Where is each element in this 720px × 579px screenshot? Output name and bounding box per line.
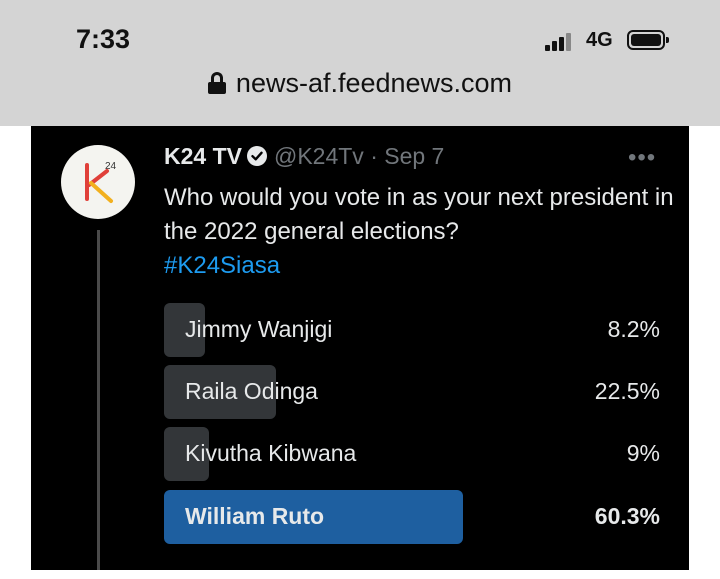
poll-option-percent: 22.5% — [594, 378, 660, 404]
poll-option-percent: 60.3% — [594, 503, 660, 529]
poll-option[interactable]: Kivutha Kibwana 9% — [164, 427, 660, 481]
author-handle-date[interactable]: @K24Tv · Sep 7 — [274, 143, 444, 169]
network-type: 4G — [586, 29, 613, 51]
poll-option-label: Jimmy Wanjigi — [185, 316, 333, 342]
hashtag-link[interactable]: #K24Siasa — [164, 249, 280, 283]
poll-option[interactable]: Jimmy Wanjigi 8.2% — [164, 303, 660, 357]
poll-option-percent: 8.2% — [607, 316, 660, 342]
avatar[interactable]: 24 — [61, 145, 135, 219]
poll-option-label: William Ruto — [185, 503, 325, 529]
poll-option[interactable]: Raila Odinga 22.5% — [164, 365, 660, 419]
status-time: 7:33 — [76, 24, 131, 54]
tweet-card[interactable]: 24 K24 TV @K24Tv · Sep 7 ••• Who would yo… — [31, 126, 689, 570]
browser-chrome: 7:33 4G news-af.feednews.com — [0, 0, 720, 126]
signal-bars-icon — [545, 33, 575, 51]
avatar-superscript: 24 — [105, 161, 117, 172]
more-options-icon[interactable]: ••• — [628, 144, 656, 172]
poll-option-label: Kivutha Kibwana — [185, 440, 357, 466]
tweet-header: K24 TV @K24Tv · Sep 7 — [164, 143, 444, 170]
address-bar[interactable]: news-af.feednews.com — [0, 68, 720, 99]
k24-logo-icon: 24 — [85, 161, 117, 203]
lock-icon — [207, 72, 226, 94]
battery-icon — [627, 30, 669, 50]
poll-option-label: Raila Odinga — [185, 378, 318, 404]
poll-option-percent: 9% — [626, 440, 660, 466]
author-name[interactable]: K24 TV — [164, 143, 242, 169]
poll-option-winner[interactable]: William Ruto 60.3% — [164, 490, 660, 544]
url-text: news-af.feednews.com — [235, 68, 513, 98]
tweet-text: Who would you vote in as your next presi… — [164, 184, 674, 245]
thread-line — [97, 230, 100, 570]
verified-badge-icon — [246, 146, 267, 166]
